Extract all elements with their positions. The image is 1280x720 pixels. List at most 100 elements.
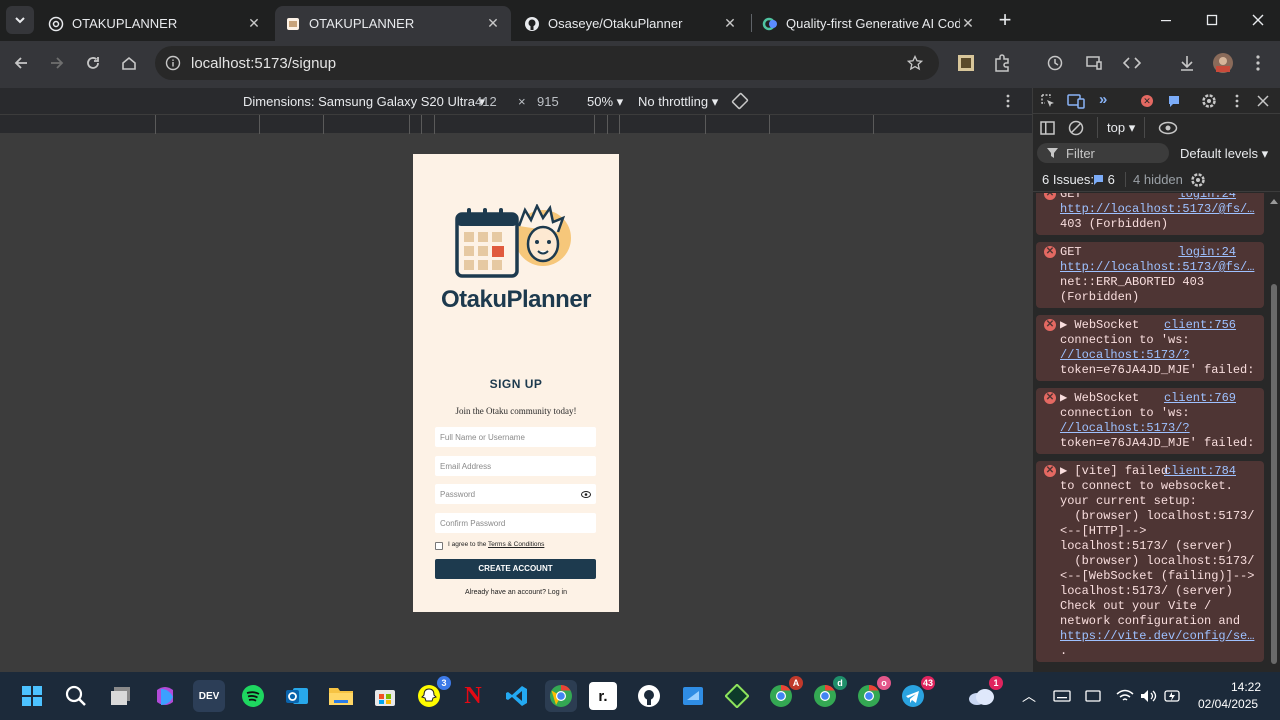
throttling-select[interactable]: No throttling ▾ (638, 94, 718, 110)
weather-widget[interactable]: 1 (965, 676, 1003, 712)
new-tab-button[interactable]: + (991, 6, 1019, 34)
device-toggle-icon[interactable] (1067, 93, 1085, 109)
close-icon[interactable]: ✕ (722, 15, 738, 32)
back-button[interactable] (7, 49, 35, 77)
inspect-element-icon[interactable] (1040, 93, 1056, 109)
wifi-icon[interactable] (1116, 689, 1134, 703)
cast-button[interactable] (1080, 49, 1108, 77)
console-error-message[interactable]: ✕ client:769 ▶ WebSocket connection to 'ws:… (1036, 388, 1264, 454)
more-tabs-icon[interactable]: » (1099, 91, 1107, 108)
tab-4[interactable]: Quality-first Generative AI Codi ✕ (752, 6, 986, 41)
more-vert-icon[interactable] (1235, 94, 1239, 108)
remote-desktop-app[interactable] (677, 680, 709, 712)
maximize-button[interactable] (1198, 6, 1226, 34)
chrome-profile-a[interactable]: A (765, 676, 803, 712)
log-levels-select[interactable]: Default levels ▾ (1180, 146, 1268, 162)
start-button[interactable] (16, 680, 48, 712)
search-button[interactable] (60, 680, 92, 712)
clear-console-icon[interactable] (1068, 120, 1084, 136)
url-text[interactable]: localhost:5173/signup (191, 55, 336, 72)
error-count-icon[interactable]: ✕ (1141, 95, 1153, 107)
devtools-code-button[interactable] (1118, 49, 1146, 77)
home-button[interactable] (115, 49, 143, 77)
chrome-app-active[interactable] (545, 680, 577, 712)
outlook-app[interactable] (281, 680, 313, 712)
media-query-bar[interactable] (0, 114, 1032, 134)
tab-search-button[interactable] (6, 6, 34, 34)
zoom-select[interactable]: 50% ▾ (587, 94, 623, 110)
source-link[interactable]: login:24 (1178, 193, 1236, 202)
issues-button[interactable]: 6 (1093, 172, 1115, 187)
forward-button[interactable] (43, 49, 71, 77)
tab-1[interactable]: OTAKUPLANNER ✕ (38, 6, 272, 41)
download-button[interactable] (1173, 49, 1201, 77)
github-desktop-app[interactable] (633, 680, 665, 712)
console-error-message[interactable]: ✕ login:24 GET http://localhost:5173/@fs/… 4… (1036, 193, 1264, 235)
tab-3[interactable]: Osaseye/OtakuPlanner ✕ (514, 6, 748, 41)
source-link[interactable]: client:769 (1164, 391, 1236, 406)
clock-date[interactable]: 02/04/2025 (1198, 697, 1258, 711)
browser-menu-button[interactable] (1244, 49, 1272, 77)
login-link[interactable]: Already have an account? Log in (413, 589, 619, 596)
history-button[interactable] (1041, 49, 1069, 77)
sidebar-toggle-icon[interactable] (1040, 120, 1056, 136)
close-icon[interactable] (1257, 95, 1269, 107)
tab-2[interactable]: OTAKUPLANNER ✕ (275, 6, 511, 41)
profile-button[interactable] (1209, 49, 1237, 77)
terms-link[interactable]: Terms & Conditions (488, 541, 544, 548)
extension-button[interactable] (952, 49, 980, 77)
scroll-up-icon[interactable] (1270, 198, 1278, 204)
device-select[interactable]: Dimensions: Samsung Galaxy S20 Ultra ▾ (243, 94, 485, 110)
source-link[interactable]: login:24 (1178, 245, 1236, 260)
close-icon[interactable]: ✕ (960, 15, 976, 32)
task-view-button[interactable] (105, 680, 137, 712)
spotify-app[interactable] (237, 680, 269, 712)
console-scrollbar[interactable] (1271, 284, 1277, 664)
close-icon[interactable]: ✕ (246, 15, 262, 32)
bookmark-star-icon[interactable] (907, 55, 923, 71)
reload-button[interactable] (79, 49, 107, 77)
console-error-message[interactable]: ✕ client:784 ▶ [vite] failed to connect to … (1036, 461, 1264, 662)
battery-icon[interactable] (1164, 689, 1182, 703)
copilot-app[interactable] (149, 680, 181, 712)
confirm-password-input[interactable]: Confirm Password (435, 513, 596, 533)
keyboard-icon[interactable] (1053, 690, 1071, 702)
source-link[interactable]: client:784 (1164, 464, 1236, 479)
create-account-button[interactable]: CREATE ACCOUNT (435, 559, 596, 579)
telegram-app[interactable]: 43 (897, 676, 935, 712)
eye-icon[interactable] (1158, 121, 1178, 135)
close-icon[interactable]: ✕ (485, 15, 501, 32)
terms-checkbox[interactable] (435, 542, 443, 550)
message-count-icon[interactable] (1167, 94, 1181, 108)
hidden-count[interactable]: 4 hidden (1125, 172, 1183, 187)
console-error-message[interactable]: ✕ client:756 ▶ WebSocket connection to 'ws:… (1036, 315, 1264, 381)
console-error-message[interactable]: ✕ login:24 GET http://localhost:5173/@fs/… n… (1036, 242, 1264, 308)
filter-input[interactable]: Filter (1037, 143, 1169, 163)
more-vert-icon[interactable] (1006, 94, 1010, 108)
minimize-button[interactable] (1152, 6, 1180, 34)
netflix-app[interactable]: N (457, 680, 489, 712)
dev-app[interactable]: DEV (193, 680, 225, 712)
chrome-profile-d[interactable]: d (809, 676, 847, 712)
name-input[interactable]: Full Name or Username (435, 427, 596, 447)
settings-gear-icon[interactable] (1190, 172, 1206, 188)
display-icon[interactable] (1085, 690, 1101, 702)
email-input[interactable]: Email Address (435, 456, 596, 476)
store-app[interactable] (369, 680, 401, 712)
chrome-profile-o[interactable]: o (853, 676, 891, 712)
rotate-icon[interactable] (731, 92, 749, 110)
extensions-button[interactable] (988, 49, 1016, 77)
site-info-icon[interactable] (165, 55, 181, 71)
app-launcher[interactable] (721, 680, 753, 712)
source-link[interactable]: client:756 (1164, 318, 1236, 333)
vscode-app[interactable] (501, 680, 533, 712)
notion-app[interactable]: r. (589, 682, 617, 710)
eye-icon[interactable] (581, 490, 591, 498)
width-input[interactable]: 412 (475, 94, 497, 109)
clock-time[interactable]: 14:22 (1231, 680, 1261, 694)
password-input[interactable]: Password (435, 484, 596, 504)
tray-overflow-icon[interactable]: ︿ (1022, 686, 1036, 706)
snapchat-app[interactable]: 3 (413, 676, 451, 712)
settings-gear-icon[interactable] (1201, 93, 1217, 109)
file-explorer-app[interactable] (325, 680, 357, 712)
